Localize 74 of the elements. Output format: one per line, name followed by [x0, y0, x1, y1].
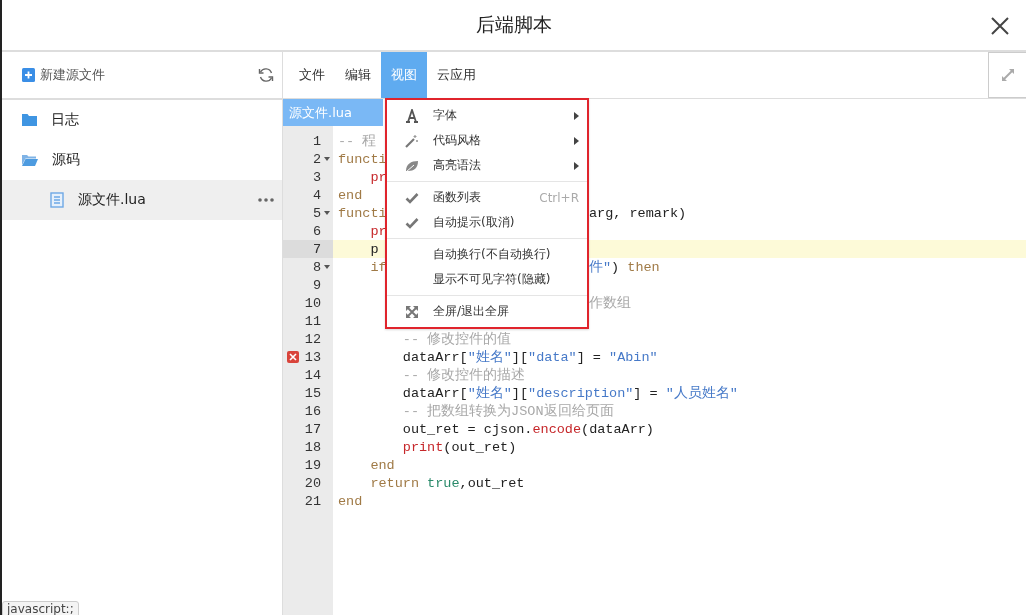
submenu-arrow-icon — [574, 111, 579, 120]
code-text: arg, remark) — [589, 205, 687, 221]
line-number: 14 — [304, 367, 321, 383]
leaf-icon — [405, 158, 419, 173]
code-text: pr — [369, 169, 387, 185]
code-text: -- 程 — [338, 133, 377, 150]
code-text: out_ret = cjson.encode(dataArr) — [401, 421, 654, 437]
line-number: 17 — [304, 421, 321, 437]
code-text: 件") then — [589, 259, 660, 276]
line-number: 5 — [312, 205, 321, 221]
code-text: functi — [338, 205, 387, 221]
line-number: 13 — [304, 349, 321, 365]
window-title: 后端脚本 — [476, 12, 552, 37]
code-text: pr — [369, 223, 387, 239]
line-number: 20 — [304, 475, 321, 491]
menu-item[interactable]: 自动提示(取消) — [387, 210, 587, 235]
code-text: end — [338, 187, 363, 203]
menu-tab[interactable]: 编辑 — [335, 52, 381, 98]
code-text: -- 修改控件的值 — [401, 330, 512, 348]
close-icon[interactable] — [990, 16, 1010, 36]
code-text: -- 把数组转换为JSON返回给页面 — [401, 402, 614, 420]
fold-caret-icon[interactable] — [324, 157, 330, 161]
submenu-arrow-icon — [574, 161, 579, 170]
menu-item[interactable]: 高亮语法 — [387, 153, 587, 178]
line-number: 8 — [312, 259, 321, 275]
tree-item[interactable]: 源文件.lua — [2, 180, 282, 220]
code-text: dataArr["姓名"]["description"] = "人员姓名" — [401, 385, 738, 402]
font-icon — [405, 108, 419, 123]
line-number: 9 — [312, 277, 321, 293]
code-text: 作数组 — [589, 295, 631, 312]
line-number: 1 — [312, 133, 321, 149]
magic-wand-icon — [405, 133, 419, 148]
line-number: 7 — [312, 241, 321, 257]
more-icon[interactable] — [258, 198, 274, 202]
code-text: functi — [338, 151, 387, 167]
menu-item[interactable]: 函数列表 Ctrl+R — [387, 185, 587, 210]
fullscreen-icon — [405, 304, 419, 319]
tree-item[interactable]: 源码 — [2, 140, 282, 180]
line-number: 16 — [304, 403, 321, 419]
line-number: 6 — [312, 223, 321, 239]
line-number: 4 — [312, 187, 321, 203]
code-text: return true,out_ret — [369, 475, 525, 491]
fold-caret-icon[interactable] — [324, 265, 330, 269]
tree-item[interactable]: 日志 — [2, 100, 282, 140]
menu-item[interactable]: 自动换行(不自动换行) — [387, 242, 587, 267]
line-number: 12 — [304, 331, 321, 347]
submenu-arrow-icon — [574, 136, 579, 145]
line-number: 19 — [304, 457, 321, 473]
menu-item[interactable]: 代码风格 — [387, 128, 587, 153]
fold-caret-icon[interactable] — [324, 211, 330, 215]
document-icon — [50, 192, 64, 208]
code-text: dataArr["姓名"]["data"] = "Abin" — [401, 349, 658, 366]
line-number: 18 — [304, 439, 321, 455]
menu-tab[interactable]: 云应用 — [427, 52, 486, 98]
refresh-icon[interactable] — [258, 67, 274, 83]
line-number: 2 — [312, 151, 321, 167]
line-number: 21 — [304, 493, 321, 509]
menu-item[interactable]: 显示不可见字符(隐藏) — [387, 267, 587, 292]
plus-icon — [22, 68, 35, 82]
line-number: 11 — [304, 313, 321, 329]
status-tooltip: javascript:; — [2, 601, 79, 615]
code-text: p — [369, 241, 379, 257]
menu-item[interactable]: 字体 — [387, 103, 587, 128]
code-text: end — [338, 493, 363, 509]
line-number: 15 — [304, 385, 321, 401]
code-text: -- 修改控件的描述 — [401, 366, 526, 384]
menu-item[interactable]: 全屏/退出全屏 — [387, 299, 587, 324]
menu-tab[interactable]: 文件 — [289, 52, 335, 98]
code-text: end — [369, 457, 395, 473]
new-file-button[interactable]: 新建源文件 — [22, 66, 105, 84]
expand-icon — [1000, 68, 1015, 82]
line-number: 3 — [312, 169, 321, 185]
code-text: print(out_ret) — [401, 439, 517, 455]
line-number: 10 — [304, 295, 321, 311]
